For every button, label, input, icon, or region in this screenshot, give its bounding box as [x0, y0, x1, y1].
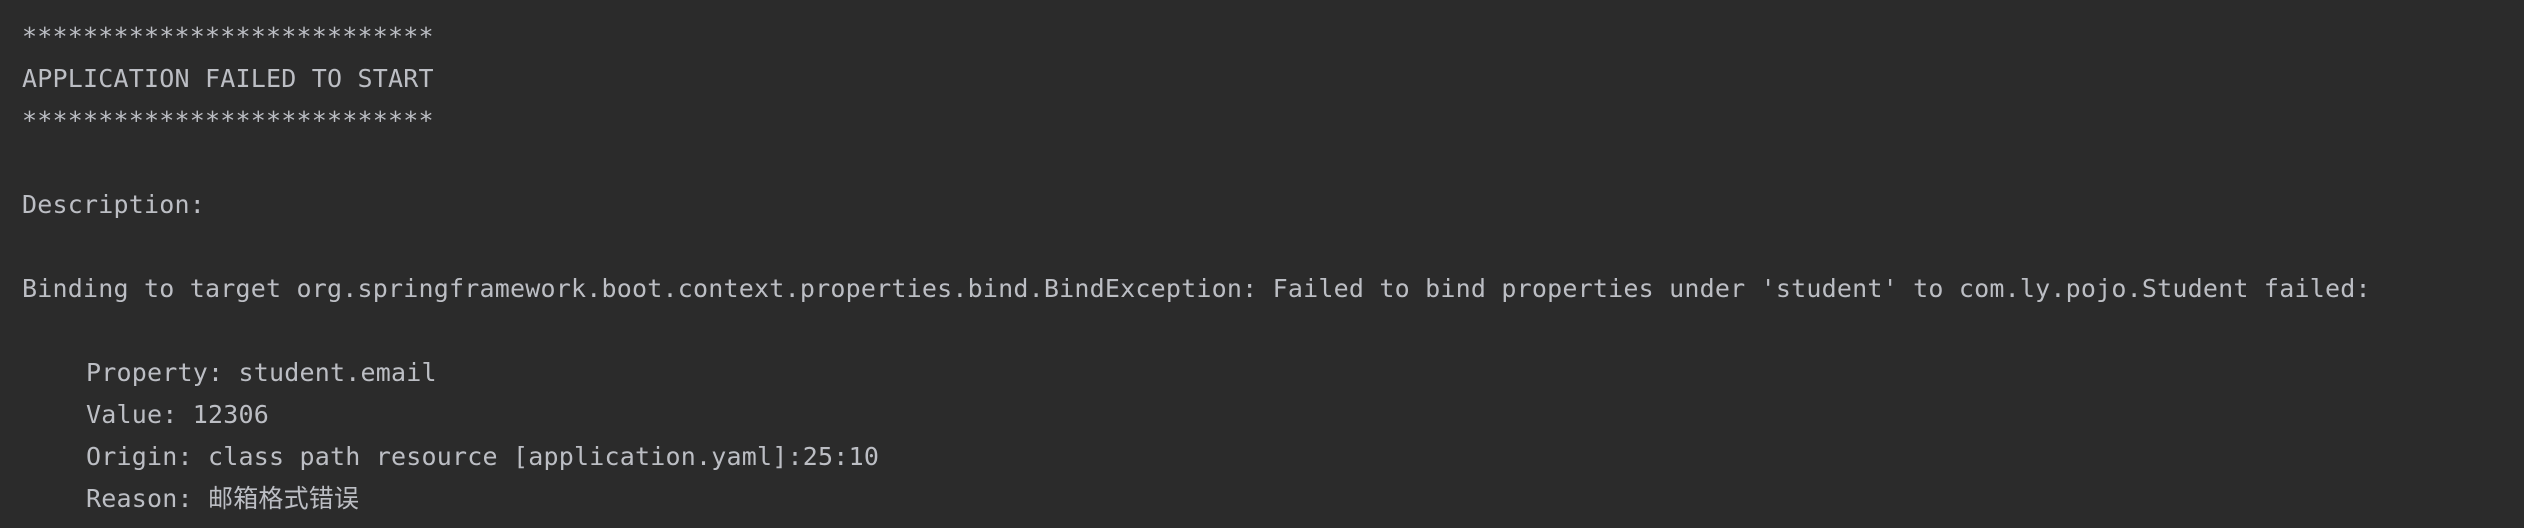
- reason-line: Reason: 邮箱格式错误: [86, 484, 360, 513]
- description-label: Description:: [22, 190, 206, 219]
- property-line: Property: student.email: [86, 358, 437, 387]
- stars-bottom-line: ***************************: [22, 106, 434, 135]
- console-output: *************************** APPLICATION …: [0, 0, 2524, 528]
- origin-line: Origin: class path resource [application…: [86, 442, 880, 471]
- value-line: Value: 12306: [86, 400, 270, 429]
- error-title: APPLICATION FAILED TO START: [22, 64, 434, 93]
- binding-message: Binding to target org.springframework.bo…: [22, 274, 2371, 303]
- stars-top-line: ***************************: [22, 22, 434, 51]
